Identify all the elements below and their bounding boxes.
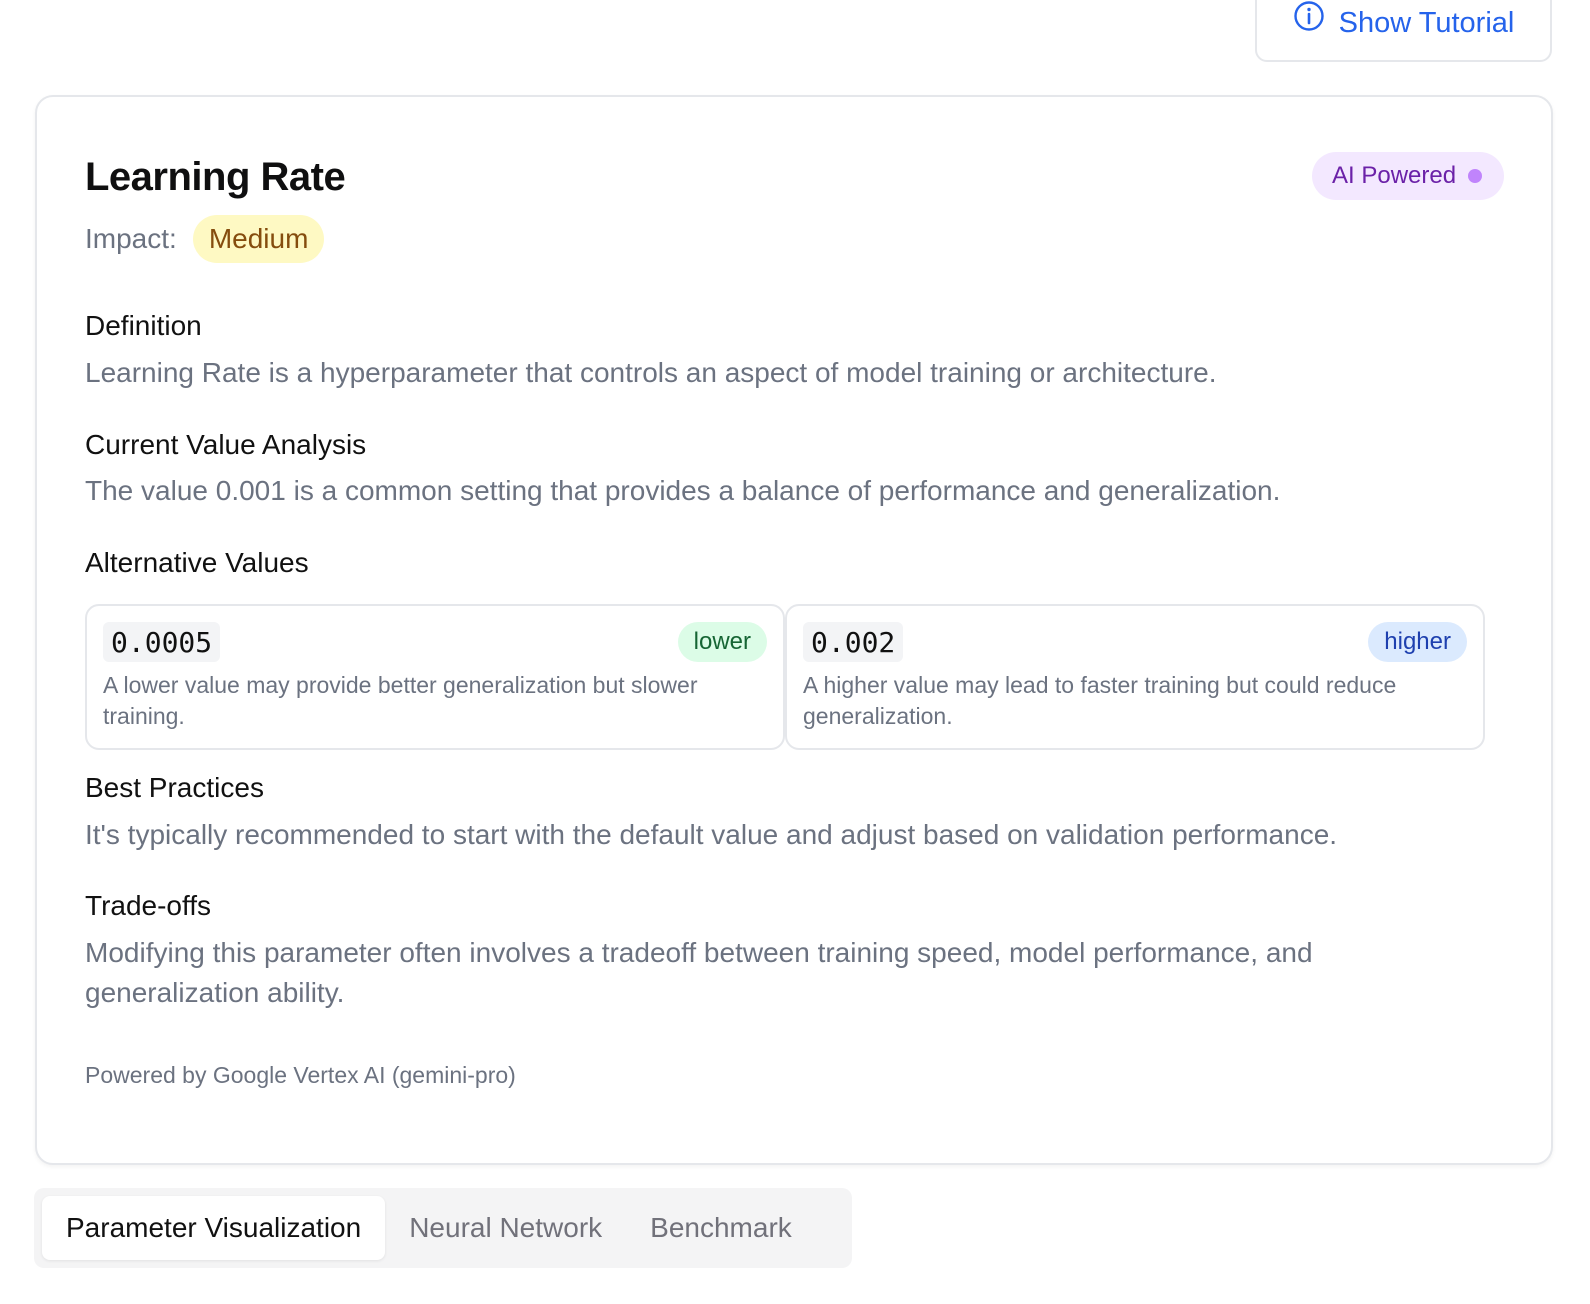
visualization-tabs: Parameter Visualization Neural Network B… — [34, 1188, 852, 1268]
impact-row: Impact: Medium — [85, 215, 325, 263]
impact-label: Impact: — [85, 223, 177, 254]
ai-badge-label: AI Powered — [1332, 162, 1457, 189]
trade-offs-text: Modifying this parameter often involves … — [85, 937, 1313, 1008]
alternative-value-description: A higher value may lead to faster traini… — [803, 672, 1397, 729]
alternative-value-description: A lower value may provide better general… — [103, 672, 698, 729]
show-tutorial-label: Show Tutorial — [1338, 7, 1515, 39]
higher-tag: higher — [1368, 622, 1467, 662]
tab-parameter-visualization[interactable]: Parameter Visualization — [42, 1196, 386, 1260]
alternative-value-code: 0.0005 — [103, 622, 221, 662]
definition-heading: Definition — [85, 310, 202, 341]
impact-badge: Medium — [192, 215, 325, 263]
ai-powered-badge: AI Powered — [1312, 152, 1505, 200]
alternative-values-heading: Alternative Values — [85, 547, 309, 578]
alternative-value-card-higher: 0.002 higher A higher value may lead to … — [785, 604, 1485, 750]
trade-offs-heading: Trade-offs — [85, 890, 212, 921]
powered-by-note: Powered by Google Vertex AI (gemini-pro) — [85, 1062, 516, 1088]
best-practices-heading: Best Practices — [85, 772, 264, 803]
parameter-title: Learning Rate — [85, 155, 346, 199]
current-value-text: The value 0.001 is a common setting that… — [85, 475, 1281, 506]
current-value-heading: Current Value Analysis — [85, 429, 367, 460]
alternative-value-card-lower: 0.0005 lower A lower value may provide b… — [85, 604, 785, 750]
status-dot-icon — [1468, 169, 1483, 183]
info-icon — [1293, 0, 1325, 40]
definition-text: Learning Rate is a hyperparameter that c… — [85, 357, 1217, 388]
tab-neural-network[interactable]: Neural Network — [385, 1196, 626, 1260]
alternative-value-code: 0.002 — [803, 622, 904, 662]
tab-benchmark[interactable]: Benchmark — [626, 1196, 816, 1260]
show-tutorial-button[interactable]: Show Tutorial — [1255, 0, 1552, 62]
parameter-card: Learning Rate AI Powered Impact: Medium … — [35, 95, 1553, 1165]
best-practices-text: It's typically recommended to start with… — [85, 819, 1338, 850]
lower-tag: lower — [677, 622, 767, 662]
